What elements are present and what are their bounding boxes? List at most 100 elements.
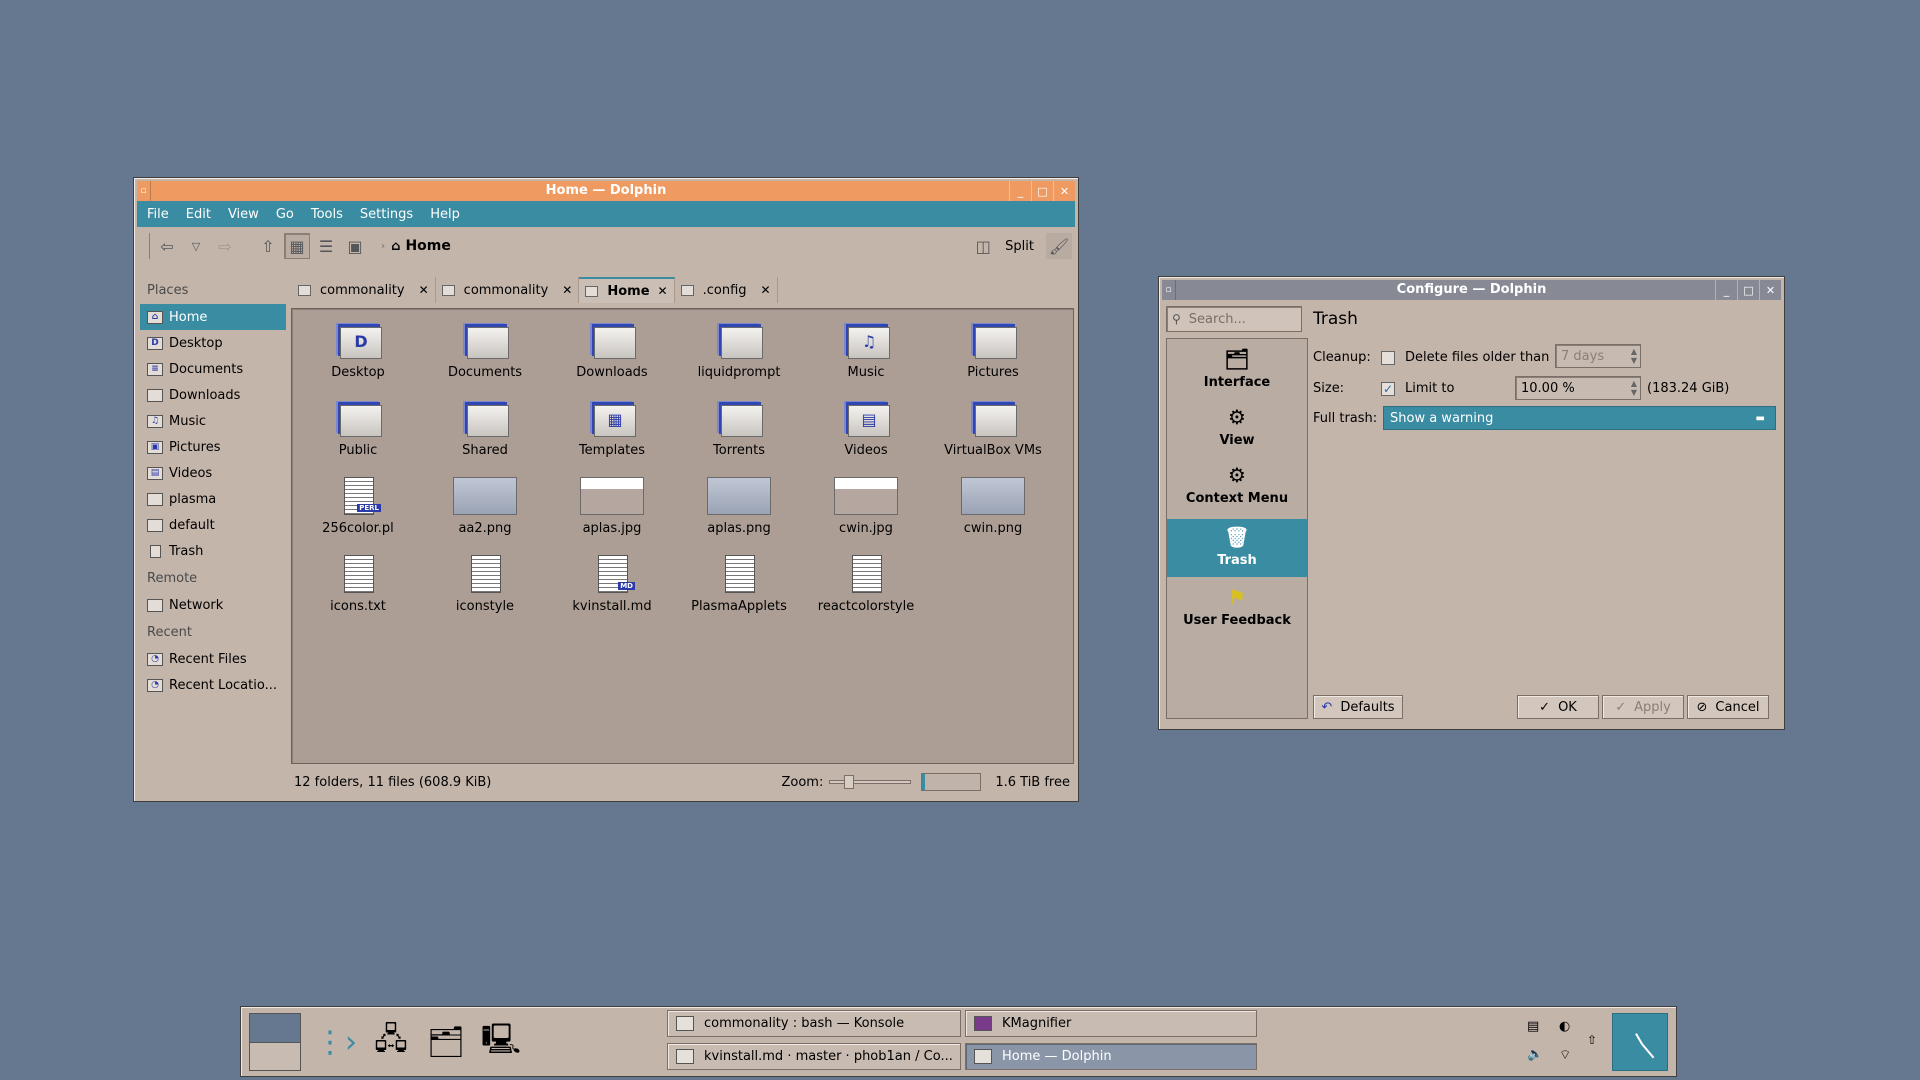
minimize-icon[interactable]: _ — [1715, 280, 1737, 300]
maximize-icon[interactable]: □ — [1737, 280, 1759, 300]
place-music[interactable]: ♫ Music — [140, 408, 286, 434]
file-item[interactable]: MD kvinstall.md — [556, 553, 668, 614]
file-item[interactable]: iconstyle — [429, 553, 541, 614]
place-pictures[interactable]: ▣ Pictures — [140, 434, 286, 460]
place-documents[interactable]: ≡ Documents — [140, 356, 286, 382]
place-desktop[interactable]: D Desktop — [140, 330, 286, 356]
split-icon[interactable]: ◫ — [970, 233, 996, 259]
app-launcher-icon[interactable]: ⋮› — [311, 1017, 361, 1067]
menu-tools[interactable]: Tools — [311, 207, 343, 222]
maximize-icon[interactable]: □ — [1031, 181, 1053, 201]
close-tab-icon[interactable]: ✕ — [658, 284, 668, 298]
breadcrumb-home[interactable]: Home — [405, 238, 450, 254]
window-menu-icon[interactable]: ▫ — [137, 181, 151, 201]
file-item[interactable]: Shared — [429, 397, 541, 458]
place-plasma[interactable]: plasma — [140, 486, 286, 512]
place-recent-locations[interactable]: ◔ Recent Locatio... — [140, 672, 286, 698]
tab-config[interactable]: .config ✕ — [675, 277, 778, 303]
cancel-button[interactable]: ⊘ Cancel — [1687, 695, 1769, 719]
place-home[interactable]: ⌂ Home — [140, 304, 286, 330]
icons-view-icon[interactable]: ▦ — [284, 233, 310, 259]
apply-button[interactable]: ✓ Apply — [1602, 695, 1684, 719]
file-item[interactable]: Public — [302, 397, 414, 458]
file-view[interactable]: D Desktop Documents Downloads liquidprompt ♫ M… — [291, 308, 1074, 764]
clipboard-icon[interactable]: ▤ — [1527, 1019, 1539, 1034]
file-manager-icon[interactable]: 🗂 — [421, 1017, 471, 1067]
zoom-slider-handle[interactable] — [844, 775, 855, 789]
place-default[interactable]: default — [140, 512, 286, 538]
file-item[interactable]: reactcolorstyle — [810, 553, 922, 614]
up-icon[interactable]: ⇧ — [255, 233, 281, 259]
task-konsole[interactable]: commonality : bash — Konsole — [667, 1010, 961, 1037]
category-trash[interactable]: 🗑 Trash — [1167, 519, 1307, 577]
menu-settings[interactable]: Settings — [360, 207, 413, 222]
window-menu-icon[interactable]: ▫ — [1162, 280, 1176, 300]
close-icon[interactable]: ✕ — [1759, 280, 1781, 300]
category-interface[interactable]: 🗂 Interface — [1182, 345, 1292, 399]
file-item[interactable]: liquidprompt — [683, 319, 795, 380]
search-field[interactable]: ⚲ Search... — [1166, 306, 1302, 332]
file-item[interactable]: cwin.jpg — [810, 475, 922, 536]
minimize-icon[interactable]: _ — [1009, 181, 1031, 201]
menu-edit[interactable]: Edit — [186, 207, 211, 222]
back-history-icon[interactable]: ▽ — [183, 233, 209, 259]
file-item[interactable]: ♫ Music — [810, 319, 922, 380]
close-tab-icon[interactable]: ✕ — [562, 283, 572, 297]
configure-titlebar[interactable]: Configure — Dolphin — [1162, 280, 1781, 300]
file-item[interactable]: aa2.png — [429, 475, 541, 536]
task-kmagnifier[interactable]: KMagnifier — [965, 1010, 1257, 1037]
defaults-button[interactable]: ↶ Defaults — [1313, 695, 1403, 719]
forward-icon[interactable]: ⇨ — [212, 233, 238, 259]
file-item[interactable]: Downloads — [556, 319, 668, 380]
breadcrumb[interactable]: › ⌂ Home — [381, 238, 451, 254]
category-context-menu[interactable]: ⚙ Context Menu — [1182, 461, 1292, 515]
file-item[interactable]: aplas.png — [683, 475, 795, 536]
file-item[interactable]: ▤ Videos — [810, 397, 922, 458]
place-downloads[interactable]: Downloads — [140, 382, 286, 408]
place-recent-files[interactable]: ◔ Recent Files — [140, 646, 286, 672]
pager-desktop-2[interactable] — [250, 1043, 300, 1070]
network-globe-icon[interactable]: 🖧 — [366, 1017, 416, 1067]
file-item[interactable]: PERL 256color.pl — [302, 475, 414, 536]
split-button-label[interactable]: Split — [1005, 239, 1034, 254]
wifi-icon[interactable]: ⌔ — [1559, 1047, 1571, 1063]
size-checkbox-label[interactable]: Limit to — [1405, 381, 1454, 396]
file-item[interactable]: icons.txt — [302, 553, 414, 614]
tab-commonality-1[interactable]: commonality ✕ — [292, 277, 436, 303]
menu-go[interactable]: Go — [276, 207, 294, 222]
place-trash[interactable]: Trash — [140, 538, 286, 564]
back-icon[interactable]: ⇦ — [154, 233, 180, 259]
compact-view-icon[interactable]: ▣ — [342, 233, 368, 259]
dolphin-titlebar[interactable]: Home — Dolphin — [137, 181, 1075, 201]
file-item[interactable]: VirtualBox VMs — [937, 397, 1049, 458]
ok-button[interactable]: ✓ OK — [1517, 695, 1599, 719]
category-user-feedback[interactable]: ⚑ User Feedback — [1182, 583, 1292, 637]
file-item[interactable]: Documents — [429, 319, 541, 380]
place-videos[interactable]: ▤ Videos — [140, 460, 286, 486]
pager[interactable] — [249, 1013, 301, 1071]
file-item[interactable]: ▦ Templates — [556, 397, 668, 458]
menu-view[interactable]: View — [228, 207, 259, 222]
tab-home[interactable]: Home ✕ — [579, 277, 675, 303]
menu-help[interactable]: Help — [430, 207, 460, 222]
terminal-icon[interactable]: 🖳 — [476, 1017, 526, 1067]
file-item[interactable]: Torrents — [683, 397, 795, 458]
file-item[interactable]: Pictures — [937, 319, 1049, 380]
file-item[interactable]: PlasmaApplets — [683, 553, 795, 614]
brightness-icon[interactable]: ◐ — [1559, 1019, 1570, 1034]
cleanup-checkbox[interactable] — [1381, 351, 1395, 365]
filter-broom-icon[interactable]: 🖌 — [1046, 233, 1072, 259]
place-network[interactable]: Network — [140, 592, 286, 618]
zoom-slider[interactable] — [829, 775, 912, 789]
analog-clock[interactable] — [1612, 1013, 1668, 1071]
close-tab-icon[interactable]: ✕ — [419, 283, 429, 297]
close-tab-icon[interactable]: ✕ — [761, 283, 771, 297]
size-percent-spinbox[interactable]: 10.00 % ▲ ▼ — [1515, 376, 1641, 400]
category-view[interactable]: ⚙ View — [1182, 403, 1292, 457]
cleanup-checkbox-label[interactable]: Delete files older than — [1405, 350, 1549, 365]
file-item[interactable]: D Desktop — [302, 319, 414, 380]
file-item[interactable]: aplas.jpg — [556, 475, 668, 536]
task-kvinstall[interactable]: kvinstall.md · master · phob1an / Co... — [667, 1043, 961, 1070]
spin-arrows-icon[interactable]: ▲ ▼ — [1631, 379, 1637, 397]
tray-expand-icon[interactable]: ⇧ — [1587, 1033, 1597, 1047]
